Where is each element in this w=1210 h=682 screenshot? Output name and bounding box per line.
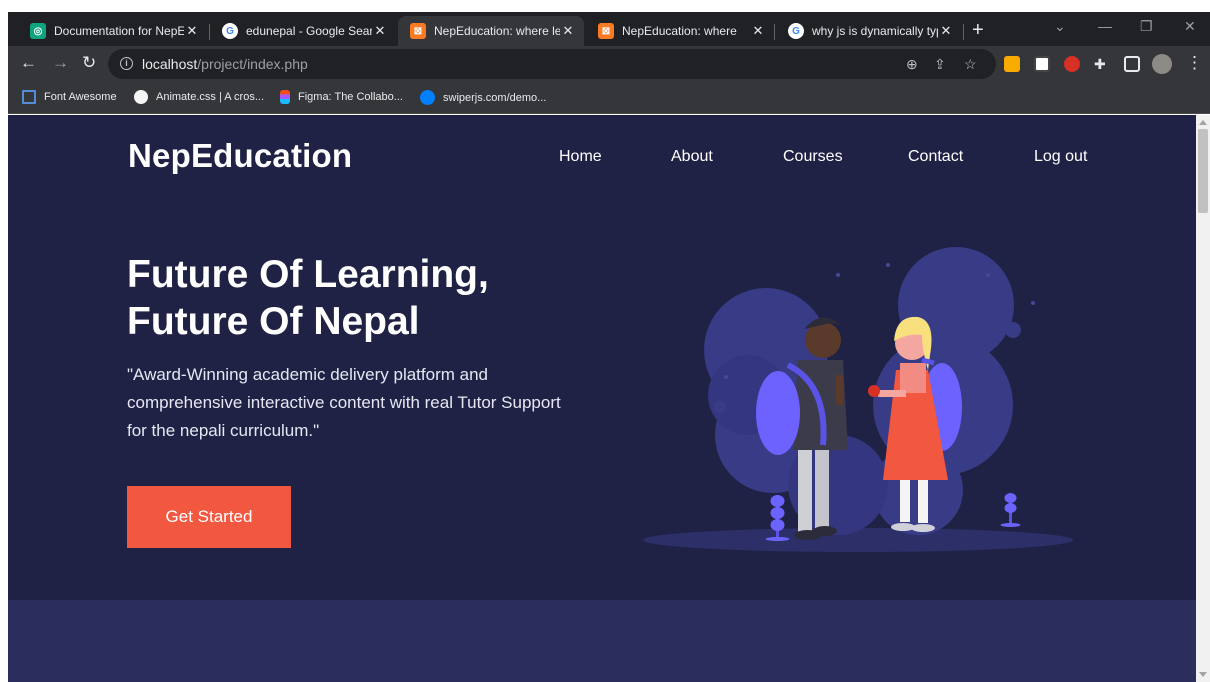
flag-icon xyxy=(22,90,36,104)
zoom-icon[interactable]: ⊕ xyxy=(906,56,918,73)
back-icon[interactable]: ← xyxy=(20,54,37,72)
tab-title: why js is dynamically type xyxy=(812,24,938,38)
bookmark-figma[interactable]: Figma: The Collabo... xyxy=(280,90,403,104)
get-started-button[interactable]: Get Started xyxy=(127,486,291,548)
side-panel-icon[interactable] xyxy=(1124,56,1140,72)
scrollbar-thumb[interactable] xyxy=(1198,129,1208,213)
tab-nepeducation[interactable]: ⊠ NepEducation: where ✕ xyxy=(586,16,774,46)
page-viewport: NepEducation Home About Courses Contact … xyxy=(8,115,1196,682)
bookmark-star-icon[interactable]: ☆ xyxy=(964,56,977,73)
chatgpt-icon: ◎ xyxy=(30,23,46,39)
nav-home[interactable]: Home xyxy=(559,148,602,166)
close-icon[interactable]: ✕ xyxy=(750,23,766,39)
site-logo[interactable]: NepEducation xyxy=(128,137,352,175)
scroll-up-icon[interactable] xyxy=(1199,120,1207,125)
xampp-icon: ⊠ xyxy=(410,23,426,39)
google-icon: G xyxy=(222,23,238,39)
close-icon[interactable]: ✕ xyxy=(560,23,576,39)
window-close-icon[interactable]: ✕ xyxy=(1184,18,1196,35)
next-section xyxy=(8,600,1196,682)
close-icon[interactable]: ✕ xyxy=(372,23,388,39)
bookmark-label: Font Awesome xyxy=(44,91,117,103)
figma-icon xyxy=(280,90,290,104)
tab-title: NepEducation: where xyxy=(622,24,737,38)
page-scrollbar[interactable] xyxy=(1196,115,1210,682)
bookmark-animate-css[interactable]: Animate.css | A cros... xyxy=(134,90,264,104)
bookmark-label: swiperjs.com/demo... xyxy=(443,91,547,104)
pdf-extension-icon[interactable] xyxy=(1034,56,1050,72)
swiper-icon xyxy=(420,90,435,105)
tab-search-icon[interactable]: ⌄ xyxy=(1054,18,1066,35)
xampp-icon: ⊠ xyxy=(598,23,614,39)
tab-divider xyxy=(774,24,775,40)
tab-why-js[interactable]: G why js is dynamically type ✕ xyxy=(776,16,962,46)
reload-icon[interactable]: ↻ xyxy=(82,54,96,72)
address-url[interactable]: localhost/project/index.php xyxy=(142,56,308,72)
browser-toolbar: ← → ↻ i localhost/project/index.php ⊕ ⇪ … xyxy=(8,46,1210,82)
bookmark-label: Figma: The Collabo... xyxy=(298,91,403,103)
scroll-down-icon[interactable] xyxy=(1199,672,1207,677)
close-icon[interactable]: ✕ xyxy=(184,23,200,39)
tab-title: edunepal - Google Search xyxy=(246,24,372,38)
profile-avatar[interactable] xyxy=(1152,54,1172,74)
tab-title: NepEducation: where lear xyxy=(434,24,560,38)
nav-logout[interactable]: Log out xyxy=(1034,148,1087,166)
bookmarks-bar: Font Awesome Animate.css | A cros... Fig… xyxy=(8,82,1210,114)
nav-courses[interactable]: Courses xyxy=(783,148,843,166)
menu-kebab-icon[interactable]: ⋮ xyxy=(1186,54,1203,72)
share-icon[interactable]: ⇪ xyxy=(934,56,946,73)
nav-about[interactable]: About xyxy=(671,148,713,166)
tab-title: Documentation for NepE xyxy=(54,24,184,38)
hero-title: Future Of Learning, Future Of Nepal xyxy=(127,251,647,345)
bookmark-swiperjs[interactable]: swiperjs.com/demo... xyxy=(420,90,546,105)
bookmark-font-awesome[interactable]: Font Awesome xyxy=(22,90,117,104)
extensions-puzzle-icon[interactable]: ✚ xyxy=(1094,56,1110,72)
restore-icon[interactable]: ❐ xyxy=(1140,18,1153,35)
google-icon: G xyxy=(788,23,804,39)
adblock-extension-icon[interactable] xyxy=(1064,56,1080,72)
forward-icon[interactable]: → xyxy=(52,54,69,72)
tab-edunepal-search[interactable]: G edunepal - Google Search ✕ xyxy=(210,16,396,46)
bookmark-label: Animate.css | A cros... xyxy=(156,91,265,103)
tab-divider xyxy=(963,24,964,40)
close-icon[interactable]: ✕ xyxy=(938,23,954,39)
hero-title-line-1: Future Of Learning, xyxy=(127,253,489,296)
tab-nepeducation-active[interactable]: ⊠ NepEducation: where lear ✕ xyxy=(398,16,584,46)
nav-contact[interactable]: Contact xyxy=(908,148,963,166)
browser-tab-strip: ◎ Documentation for NepE ✕ G edunepal - … xyxy=(8,12,1210,46)
hero-title-line-2: Future Of Nepal xyxy=(127,300,420,343)
tab-documentation[interactable]: ◎ Documentation for NepE ✕ xyxy=(18,16,208,46)
keep-extension-icon[interactable] xyxy=(1004,56,1020,72)
plant-right xyxy=(1000,493,1021,527)
site-info-icon[interactable]: i xyxy=(120,57,133,70)
minimize-icon[interactable]: — xyxy=(1098,18,1112,34)
students-illustration xyxy=(643,247,1073,552)
address-bar[interactable]: i localhost/project/index.php ⊕ ⇪ ☆ xyxy=(108,49,996,79)
hero-description: "Award-Winning academic delivery platfor… xyxy=(127,365,561,440)
animate-icon xyxy=(134,90,148,104)
new-tab-button[interactable]: + xyxy=(972,20,984,40)
